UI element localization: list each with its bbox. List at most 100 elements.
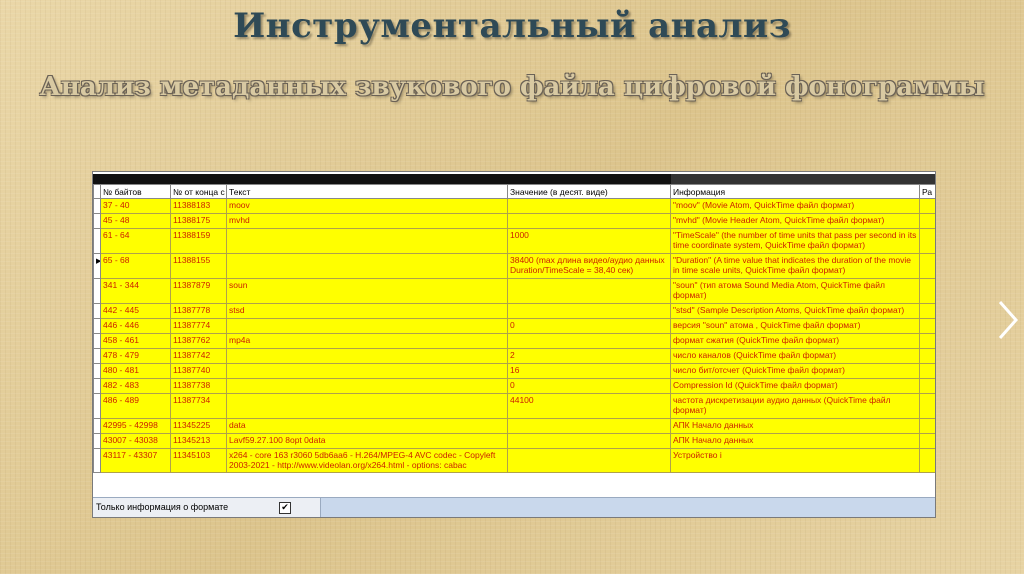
cell-value: 0 — [507, 378, 671, 394]
cell-info: Устройство i — [670, 448, 920, 473]
current-row-pointer-icon: ▶ — [96, 258, 100, 265]
row-selector[interactable] — [93, 213, 101, 229]
cell-info: число каналов (QuickTime файл формат) — [670, 348, 920, 364]
cell-value: 16 — [507, 363, 671, 379]
row-selector[interactable] — [93, 278, 101, 304]
col-header-value[interactable]: Значение (в десят. виде) — [507, 184, 671, 199]
cell-bytes: 458 - 461 — [100, 333, 171, 349]
table-row[interactable]: 442 - 445 11387778 stsd "stsd" (Sample D… — [93, 303, 935, 319]
col-header-bytes[interactable]: № байтов — [100, 184, 171, 199]
cell-from-end: 11345225 — [170, 418, 227, 434]
format-only-option[interactable]: Только информация о формате ✔ — [93, 498, 321, 517]
row-selector[interactable] — [93, 198, 101, 214]
cell-extra — [919, 253, 935, 279]
row-selector[interactable] — [93, 378, 101, 394]
row-selector-current[interactable]: ▶ — [93, 253, 101, 279]
table-row[interactable]: 43007 - 43038 11345213 Lavf59.27.100 8op… — [93, 433, 935, 449]
col-header-info[interactable]: Информация — [670, 184, 920, 199]
metadata-app-window: № байтов № от конца с Текст Значение (в … — [92, 171, 936, 518]
status-bar: Только информация о формате ✔ — [93, 497, 935, 517]
cell-value: 38400 (max длина видео/аудио данных Dura… — [507, 253, 671, 279]
row-selector[interactable] — [93, 348, 101, 364]
table-row[interactable]: 486 - 489 11387734 44100 частота дискрет… — [93, 393, 935, 419]
cell-bytes: 486 - 489 — [100, 393, 171, 419]
cell-from-end: 11388159 — [170, 228, 227, 254]
cell-from-end: 11388175 — [170, 213, 227, 229]
table-header-row: № байтов № от конца с Текст Значение (в … — [93, 184, 935, 199]
cell-value — [507, 333, 671, 349]
cell-text: mvhd — [226, 213, 508, 229]
cell-bytes: 478 - 479 — [100, 348, 171, 364]
cell-value: 2 — [507, 348, 671, 364]
table-row[interactable]: 37 - 40 11388183 moov "moov" (Movie Atom… — [93, 198, 935, 214]
cell-bytes: 480 - 481 — [100, 363, 171, 379]
row-selector[interactable] — [93, 333, 101, 349]
row-selector[interactable] — [93, 228, 101, 254]
cell-from-end: 11387762 — [170, 333, 227, 349]
cell-from-end: 11387740 — [170, 363, 227, 379]
col-header-text[interactable]: Текст — [226, 184, 508, 199]
cell-value: 1000 — [507, 228, 671, 254]
table-row[interactable]: 45 - 48 11388175 mvhd "mvhd" (Movie Head… — [93, 213, 935, 229]
table-row[interactable]: 478 - 479 11387742 2 число каналов (Quic… — [93, 348, 935, 364]
cell-extra — [919, 278, 935, 304]
cell-info: формат сжатия (QuickTime файл формат) — [670, 333, 920, 349]
cell-extra — [919, 333, 935, 349]
cell-text: x264 - core 163 r3060 5db6aa6 - H.264/MP… — [226, 448, 508, 473]
cell-info: число бит/отсчет (QuickTime файл формат) — [670, 363, 920, 379]
row-selector[interactable] — [93, 433, 101, 449]
cell-value — [507, 213, 671, 229]
window-topbar — [93, 172, 935, 184]
cell-extra — [919, 198, 935, 214]
cell-text: mp4a — [226, 333, 508, 349]
cell-extra — [919, 433, 935, 449]
cell-from-end: 11345103 — [170, 448, 227, 473]
table-row[interactable]: ▶ 65 - 68 11388155 38400 (max длина виде… — [93, 253, 935, 279]
cell-info: "TimeScale" (the number of time units th… — [670, 228, 920, 254]
cell-extra — [919, 318, 935, 334]
table-row[interactable]: 42995 - 42998 11345225 data АПК Начало д… — [93, 418, 935, 434]
table-row[interactable]: 482 - 483 11387738 0 Compression Id (Qui… — [93, 378, 935, 394]
next-slide-arrow-icon[interactable] — [996, 300, 1020, 340]
cell-bytes: 45 - 48 — [100, 213, 171, 229]
row-selector[interactable] — [93, 363, 101, 379]
row-selector[interactable] — [93, 418, 101, 434]
cell-extra — [919, 303, 935, 319]
cell-text: data — [226, 418, 508, 434]
cell-bytes: 446 - 446 — [100, 318, 171, 334]
cell-extra — [919, 393, 935, 419]
cell-text — [226, 348, 508, 364]
cell-extra — [919, 448, 935, 473]
col-header-from-end[interactable]: № от конца с — [170, 184, 227, 199]
cell-info: частота дискретизации аудио данных (Quic… — [670, 393, 920, 419]
table-row[interactable]: 61 - 64 11388159 1000 "TimeScale" (the n… — [93, 228, 935, 254]
row-selector[interactable] — [93, 448, 101, 473]
cell-info: "soun" (тип атома Sound Media Atom, Quic… — [670, 278, 920, 304]
cell-text: soun — [226, 278, 508, 304]
cell-from-end: 11388155 — [170, 253, 227, 279]
cell-bytes: 42995 - 42998 — [100, 418, 171, 434]
row-selector[interactable] — [93, 393, 101, 419]
cell-bytes: 43007 - 43038 — [100, 433, 171, 449]
format-only-checkbox[interactable]: ✔ — [279, 502, 291, 514]
table-row[interactable]: 446 - 446 11387774 0 версия "soun" атома… — [93, 318, 935, 334]
cell-from-end: 11387778 — [170, 303, 227, 319]
row-selector-header — [93, 184, 101, 199]
table-row[interactable]: 458 - 461 11387762 mp4a формат сжатия (Q… — [93, 333, 935, 349]
cell-text: Lavf59.27.100 8opt 0data — [226, 433, 508, 449]
table-row[interactable]: 480 - 481 11387740 16 число бит/отсчет (… — [93, 363, 935, 379]
table-row[interactable]: 43117 - 43307 11345103 x264 - core 163 r… — [93, 448, 935, 473]
cell-text — [226, 363, 508, 379]
cell-from-end: 11387742 — [170, 348, 227, 364]
row-selector[interactable] — [93, 303, 101, 319]
cell-info: АПК Начало данных — [670, 418, 920, 434]
col-header-extra[interactable]: Ра — [919, 184, 935, 199]
slide-subtitle: Анализ метаданных звукового файла цифров… — [39, 72, 985, 102]
cell-extra — [919, 348, 935, 364]
cell-text — [226, 393, 508, 419]
cell-value — [507, 433, 671, 449]
cell-from-end: 11387774 — [170, 318, 227, 334]
cell-from-end: 11387879 — [170, 278, 227, 304]
table-row[interactable]: 341 - 344 11387879 soun "soun" (тип атом… — [93, 278, 935, 304]
row-selector[interactable] — [93, 318, 101, 334]
